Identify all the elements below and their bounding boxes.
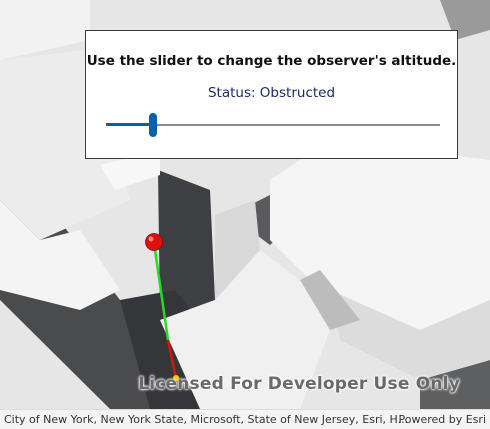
panel-title: Use the slider to change the observer's … [86, 53, 457, 69]
slider-track-fill [106, 123, 153, 126]
developer-watermark: Licensed For Developer Use Only [138, 374, 460, 394]
powered-by-link[interactable]: Powered by Esri [398, 413, 486, 426]
attribution-bar: City of New York, New York State, Micros… [0, 409, 490, 429]
observer-marker [145, 233, 163, 251]
status-label: Status: Obstructed [207, 85, 336, 101]
altitude-slider[interactable] [106, 113, 440, 137]
altitude-panel: Use the slider to change the observer's … [85, 30, 458, 159]
attribution-text[interactable]: City of New York, New York State, Micros… [4, 413, 408, 426]
slider-thumb[interactable] [149, 113, 157, 137]
observer-marker-highlight [148, 236, 154, 242]
